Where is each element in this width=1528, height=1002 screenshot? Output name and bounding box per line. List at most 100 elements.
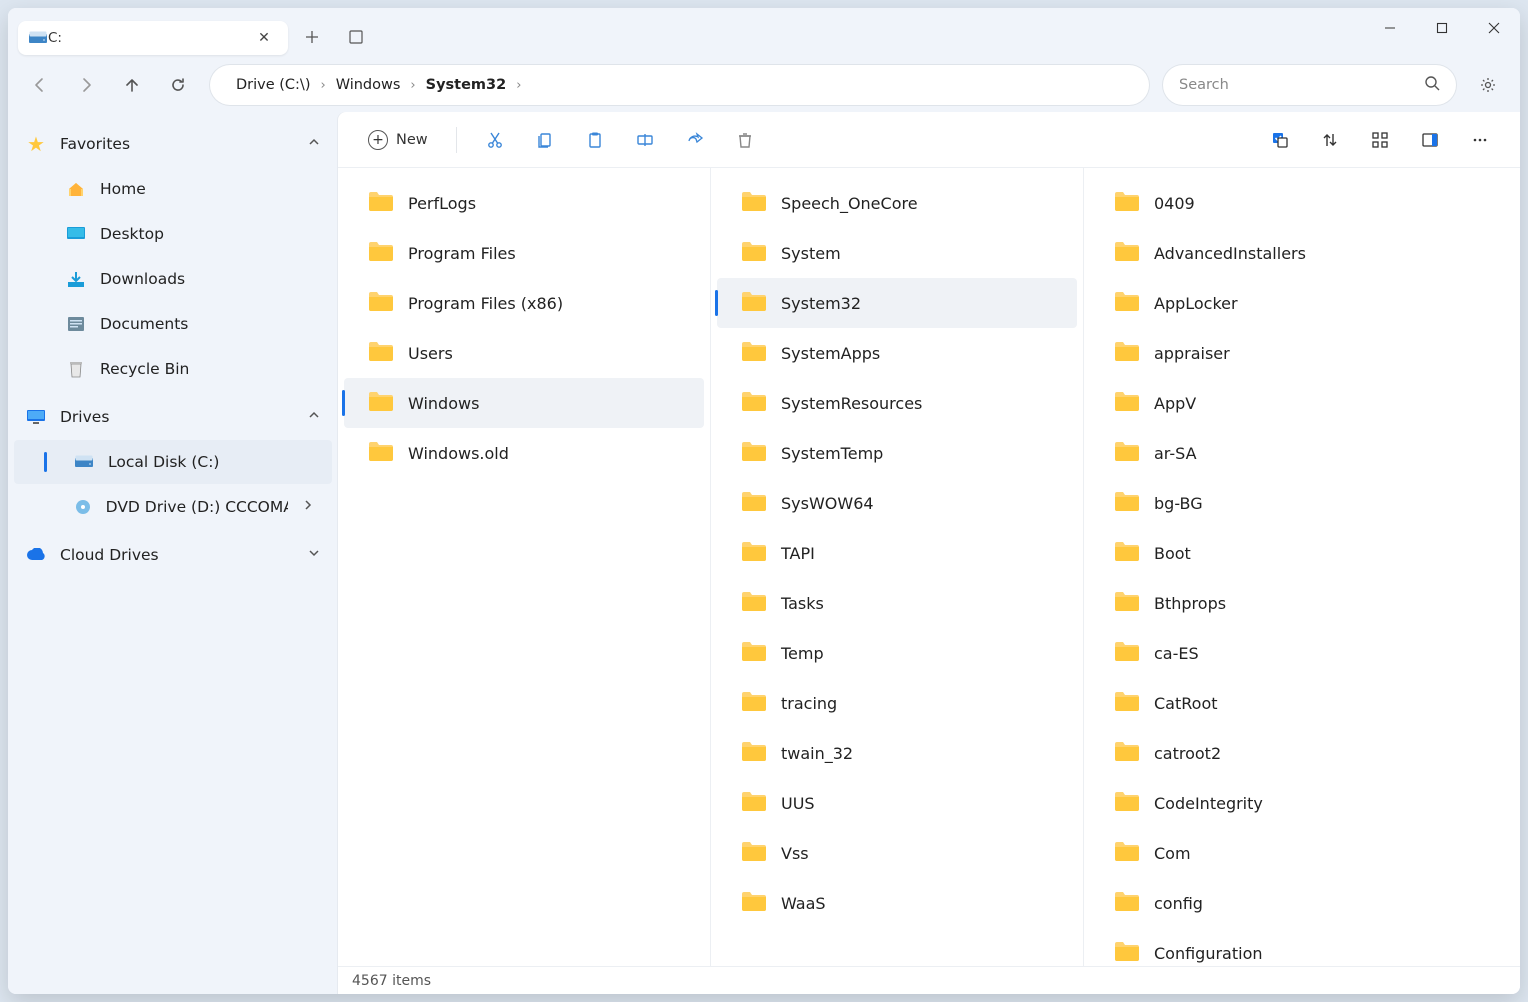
status-text: 4567 items <box>352 973 431 989</box>
rename-button[interactable] <box>623 122 667 158</box>
folder-label: ar-SA <box>1154 444 1197 463</box>
folder-item[interactable]: System32 <box>717 278 1077 328</box>
sidebar-section-drives[interactable]: Drives <box>8 395 338 439</box>
folder-label: Temp <box>781 644 824 663</box>
folder-item[interactable]: Program Files <box>344 228 704 278</box>
sidebar-item-dvd-drive[interactable]: DVD Drive (D:) CCCOMA_X <box>14 485 332 529</box>
folder-item[interactable]: AppLocker <box>1090 278 1451 328</box>
sidebar-section-label: Cloud Drives <box>60 546 294 564</box>
sidebar-item-label: Home <box>100 180 146 198</box>
folder-item[interactable]: Configuration <box>1090 928 1451 966</box>
column-3[interactable]: 0409 AdvancedInstallers AppLocker appraiser… <box>1084 168 1457 966</box>
breadcrumb-item[interactable]: Drive (C:\) <box>228 73 318 97</box>
folder-label: Configuration <box>1154 944 1263 963</box>
close-window-button[interactable] <box>1468 8 1520 48</box>
sidebar-item-documents[interactable]: Documents <box>14 302 332 346</box>
folder-item[interactable]: ar-SA <box>1090 428 1451 478</box>
folder-label: 0409 <box>1154 194 1195 213</box>
folder-item[interactable]: Vss <box>717 828 1077 878</box>
new-tab-button[interactable] <box>292 17 332 57</box>
folder-item[interactable]: AdvancedInstallers <box>1090 228 1451 278</box>
folder-item[interactable]: SysWOW64 <box>717 478 1077 528</box>
new-button[interactable]: + New <box>356 122 440 158</box>
copy-button[interactable] <box>523 122 567 158</box>
main-area: ★ Favorites Home Desktop <box>8 112 1520 994</box>
folder-item[interactable]: Windows.old <box>344 428 704 478</box>
folder-item[interactable]: tracing <box>717 678 1077 728</box>
folder-item[interactable]: CatRoot <box>1090 678 1451 728</box>
folder-item[interactable]: Users <box>344 328 704 378</box>
folder-item[interactable]: Windows <box>344 378 704 428</box>
forward-button[interactable] <box>66 65 106 105</box>
up-button[interactable] <box>112 65 152 105</box>
share-button[interactable] <box>673 122 717 158</box>
column-2[interactable]: Speech_OneCoreSystemSystem32SystemAppsSy… <box>711 168 1084 966</box>
folder-item[interactable]: PerfLogs <box>344 178 704 228</box>
folder-item[interactable]: WaaS <box>717 878 1077 928</box>
folder-item[interactable]: AppV <box>1090 378 1451 428</box>
folder-item[interactable]: CodeIntegrity <box>1090 778 1451 828</box>
folder-item[interactable]: ca-ES <box>1090 628 1451 678</box>
sidebar-section-cloud-drives[interactable]: Cloud Drives <box>8 533 338 577</box>
folder-item[interactable]: Tasks <box>717 578 1077 628</box>
search-box[interactable] <box>1163 65 1456 105</box>
folder-icon <box>1114 590 1140 616</box>
folder-item[interactable]: Bthprops <box>1090 578 1451 628</box>
folder-item[interactable]: 0409 <box>1090 178 1451 228</box>
browser-tab[interactable]: C: ✕ <box>18 21 288 55</box>
sort-button[interactable] <box>1308 122 1352 158</box>
folder-item[interactable]: catroot2 <box>1090 728 1451 778</box>
sidebar-item-local-disk-c[interactable]: Local Disk (C:) <box>14 440 332 484</box>
folder-item[interactable]: UUS <box>717 778 1077 828</box>
folder-item[interactable]: Com <box>1090 828 1451 878</box>
refresh-button[interactable] <box>158 65 198 105</box>
breadcrumb[interactable]: Drive (C:\) › Windows › System32 › <box>210 65 1149 105</box>
sidebar-item-desktop[interactable]: Desktop <box>14 212 332 256</box>
folder-label: AdvancedInstallers <box>1154 244 1306 263</box>
details-pane-button[interactable] <box>1408 122 1452 158</box>
select-toggle-button[interactable] <box>1258 122 1302 158</box>
column-1[interactable]: PerfLogsProgram FilesProgram Files (x86)… <box>338 168 711 966</box>
tab-overview-button[interactable] <box>336 17 376 57</box>
sidebar-item-downloads[interactable]: Downloads <box>14 257 332 301</box>
folder-item[interactable]: SystemApps <box>717 328 1077 378</box>
folder-item[interactable]: appraiser <box>1090 328 1451 378</box>
back-button[interactable] <box>20 65 60 105</box>
breadcrumb-item-current[interactable]: System32 <box>418 73 515 97</box>
folder-item[interactable]: TAPI <box>717 528 1077 578</box>
folder-item[interactable]: Temp <box>717 628 1077 678</box>
folder-item[interactable]: Boot <box>1090 528 1451 578</box>
folder-label: CodeIntegrity <box>1154 794 1263 813</box>
folder-item[interactable]: bg-BG <box>1090 478 1451 528</box>
maximize-button[interactable] <box>1416 8 1468 48</box>
sidebar-item-home[interactable]: Home <box>14 167 332 211</box>
folder-label: AppLocker <box>1154 294 1238 313</box>
tab-close-button[interactable]: ✕ <box>250 24 278 52</box>
view-options-button[interactable] <box>1358 122 1402 158</box>
drive-icon <box>28 28 48 48</box>
folder-item[interactable]: SystemTemp <box>717 428 1077 478</box>
folder-item[interactable]: Program Files (x86) <box>344 278 704 328</box>
search-input[interactable] <box>1179 77 1424 93</box>
folder-icon <box>741 590 767 616</box>
folder-label: Speech_OneCore <box>781 194 918 213</box>
breadcrumb-item[interactable]: Windows <box>328 73 409 97</box>
cut-button[interactable] <box>473 122 517 158</box>
titlebar: C: ✕ <box>8 8 1520 58</box>
folder-item[interactable]: twain_32 <box>717 728 1077 778</box>
folder-icon <box>368 440 394 466</box>
settings-button[interactable] <box>1468 65 1508 105</box>
folder-item[interactable]: SystemResources <box>717 378 1077 428</box>
folder-icon <box>368 390 394 416</box>
sidebar-section-favorites[interactable]: ★ Favorites <box>8 122 338 166</box>
folder-icon <box>1114 290 1140 316</box>
more-options-button[interactable] <box>1458 122 1502 158</box>
sidebar-item-recycle-bin[interactable]: Recycle Bin <box>14 347 332 391</box>
minimize-button[interactable] <box>1364 8 1416 48</box>
folder-label: bg-BG <box>1154 494 1203 513</box>
folder-item[interactable]: System <box>717 228 1077 278</box>
folder-item[interactable]: Speech_OneCore <box>717 178 1077 228</box>
folder-item[interactable]: config <box>1090 878 1451 928</box>
delete-button[interactable] <box>723 122 767 158</box>
paste-button[interactable] <box>573 122 617 158</box>
